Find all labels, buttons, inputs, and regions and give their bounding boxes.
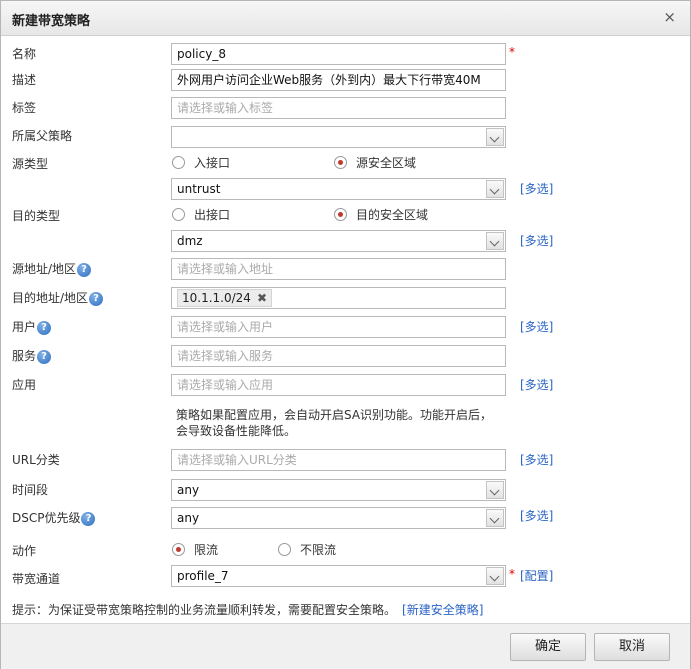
name-required-mark: * <box>509 45 515 59</box>
name-input[interactable]: policy_8 <box>171 43 506 65</box>
description-label: 描述 <box>12 73 37 87</box>
radio-source-zone-label: 源安全区域 <box>356 156 417 170</box>
radio-action-no-limit-label: 不限流 <box>300 543 337 557</box>
user-label: 用户? <box>12 318 52 335</box>
dscp-label-text: DSCP优先级 <box>12 511 81 525</box>
dest-address-label: 目的地址/地区? <box>12 289 104 306</box>
application-multi-select-link[interactable]: [多选] <box>520 376 553 393</box>
source-type-label: 源类型 <box>12 157 49 171</box>
dscp-select[interactable]: any <box>171 507 506 529</box>
radio-selected-icon[interactable] <box>334 208 347 221</box>
help-icon[interactable]: ? <box>89 291 104 306</box>
source-zone-select[interactable]: untrust <box>171 178 506 200</box>
source-address-label-text: 源地址/地区 <box>12 262 77 276</box>
source-address-input[interactable]: 请选择或输入地址 <box>171 258 506 280</box>
chevron-down-icon[interactable] <box>486 180 504 198</box>
radio-circle-icon[interactable] <box>278 543 291 556</box>
chevron-down-icon[interactable] <box>486 509 504 527</box>
application-input[interactable]: 请选择或输入应用 <box>171 374 506 396</box>
url-category-input[interactable]: 请选择或输入URL分类 <box>171 449 506 471</box>
dialog-footer: 确定 取消 <box>1 623 690 669</box>
source-zone-value: untrust <box>177 182 221 196</box>
radio-source-interface-label: 入接口 <box>194 156 231 170</box>
time-range-label: 时间段 <box>12 483 49 497</box>
dest-address-input[interactable]: 10.1.1.0/24 ✖ <box>171 287 506 309</box>
dest-address-tag: 10.1.1.0/24 ✖ <box>177 289 272 307</box>
action-label: 动作 <box>12 544 37 558</box>
radio-dest-interface[interactable]: 出接口 <box>172 206 230 223</box>
radio-source-zone[interactable]: 源安全区域 <box>334 154 416 171</box>
dest-zone-value: dmz <box>177 234 203 248</box>
dialog-title: 新建带宽策略 <box>12 14 91 29</box>
ok-button[interactable]: 确定 <box>510 633 586 661</box>
parent-policy-label: 所属父策略 <box>12 129 73 143</box>
service-input[interactable]: 请选择或输入服务 <box>171 345 506 367</box>
radio-action-limit-label: 限流 <box>194 543 219 557</box>
user-label-text: 用户 <box>12 320 37 334</box>
dscp-label: DSCP优先级? <box>12 509 96 526</box>
bandwidth-required-mark: * <box>509 567 515 581</box>
source-address-label: 源地址/地区? <box>12 260 92 277</box>
dest-address-label-text: 目的地址/地区 <box>12 291 89 305</box>
close-icon[interactable]: × <box>663 8 676 26</box>
chevron-down-icon[interactable] <box>486 481 504 499</box>
radio-dest-interface-label: 出接口 <box>194 208 231 222</box>
radio-dest-zone[interactable]: 目的安全区域 <box>334 206 428 223</box>
help-icon[interactable]: ? <box>81 511 96 526</box>
help-icon[interactable]: ? <box>37 349 52 364</box>
tip-text: 提示：为保证受带宽策略控制的业务流量顺利转发，需要配置安全策略。 [新建安全策略] <box>12 601 483 618</box>
application-note: 策略如果配置应用，会自动开启SA识别功能。功能开启后，会导致设备性能降低。 <box>176 408 493 438</box>
name-label: 名称 <box>12 47 37 61</box>
tip-message: 提示：为保证受带宽策略控制的业务流量顺利转发，需要配置安全策略。 <box>12 603 397 617</box>
radio-source-interface[interactable]: 入接口 <box>172 154 230 171</box>
url-category-label: URL分类 <box>12 453 60 467</box>
remove-tag-icon[interactable]: ✖ <box>257 291 267 305</box>
source-zone-multi-select-link[interactable]: [多选] <box>520 180 553 197</box>
bandwidth-channel-label: 带宽通道 <box>12 572 61 586</box>
cancel-button[interactable]: 取消 <box>594 633 670 661</box>
help-icon[interactable]: ? <box>37 320 52 335</box>
dest-zone-multi-select-link[interactable]: [多选] <box>520 232 553 249</box>
radio-action-no-limit[interactable]: 不限流 <box>278 541 336 558</box>
help-icon[interactable]: ? <box>77 262 92 277</box>
dialog-titlebar: 新建带宽策略 × <box>1 1 690 36</box>
service-label-text: 服务 <box>12 349 37 363</box>
chevron-down-icon[interactable] <box>486 567 504 585</box>
dest-type-label: 目的类型 <box>12 209 61 223</box>
dscp-multi-select-link[interactable]: [多选] <box>520 507 553 524</box>
radio-selected-icon[interactable] <box>334 156 347 169</box>
application-label: 应用 <box>12 378 37 392</box>
user-multi-select-link[interactable]: [多选] <box>520 318 553 335</box>
service-label: 服务? <box>12 347 52 364</box>
dscp-value: any <box>177 511 200 525</box>
new-security-policy-link[interactable]: [新建安全策略] <box>402 603 483 617</box>
chevron-down-icon[interactable] <box>486 232 504 250</box>
bandwidth-channel-select[interactable]: profile_7 <box>171 565 506 587</box>
user-input[interactable]: 请选择或输入用户 <box>171 316 506 338</box>
radio-selected-icon[interactable] <box>172 543 185 556</box>
radio-circle-icon[interactable] <box>172 156 185 169</box>
dest-address-tag-label: 10.1.1.0/24 <box>182 291 251 305</box>
time-range-value: any <box>177 483 200 497</box>
radio-action-limit[interactable]: 限流 <box>172 541 218 558</box>
dest-zone-select[interactable]: dmz <box>171 230 506 252</box>
radio-dest-zone-label: 目的安全区域 <box>356 208 429 222</box>
url-category-multi-select-link[interactable]: [多选] <box>520 451 553 468</box>
tags-input[interactable]: 请选择或输入标签 <box>171 97 506 119</box>
time-range-select[interactable]: any <box>171 479 506 501</box>
chevron-down-icon[interactable] <box>486 128 504 146</box>
new-bandwidth-policy-dialog: 新建带宽策略 × 名称 policy_8 * 描述 外网用户访问企业Web服务（… <box>0 0 691 669</box>
radio-circle-icon[interactable] <box>172 208 185 221</box>
configure-link[interactable]: [配置] <box>520 567 553 584</box>
description-input[interactable]: 外网用户访问企业Web服务（外到内）最大下行带宽40M <box>171 69 506 91</box>
parent-policy-select[interactable] <box>171 126 506 148</box>
bandwidth-channel-value: profile_7 <box>177 569 229 583</box>
tags-label: 标签 <box>12 101 37 115</box>
